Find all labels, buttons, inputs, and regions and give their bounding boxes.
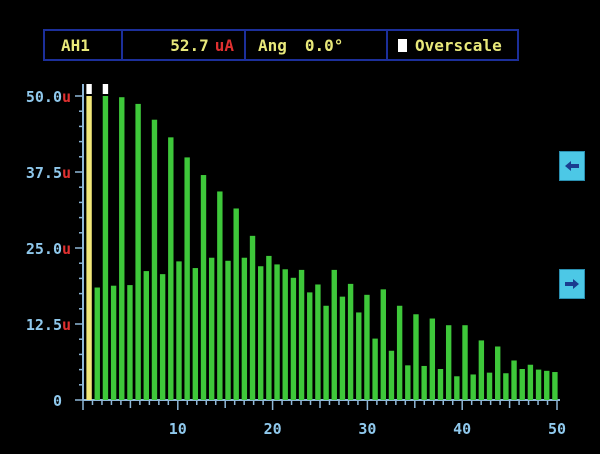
harmonic-bar	[527, 364, 534, 400]
angle-value: 0.0°	[304, 35, 344, 55]
harmonic-bar	[396, 305, 403, 400]
harmonic-bar	[110, 285, 117, 400]
harmonic-bar	[388, 350, 395, 400]
angle-cell: Ang 0.0°	[246, 31, 388, 59]
harmonic-bar	[339, 296, 346, 400]
harmonic-bar	[347, 283, 354, 400]
harmonic-bar	[413, 314, 419, 400]
harmonic-bar	[290, 277, 297, 400]
harmonic-bar	[307, 292, 313, 400]
harmonic-bar	[208, 257, 215, 400]
harmonic-bar	[380, 289, 386, 400]
harmonic-bar	[486, 372, 493, 400]
harmonic-bar	[405, 365, 411, 400]
y-tick-label: 50.0	[26, 88, 62, 106]
harmonic-bar	[135, 103, 141, 401]
fundamental-bar	[86, 96, 92, 400]
value-readout: 52.7	[170, 35, 209, 55]
harmonic-bar	[225, 260, 231, 400]
harmonic-bar	[266, 255, 272, 400]
y-tick-label: 25.0	[26, 240, 62, 258]
harmonic-bar	[511, 360, 517, 400]
harmonic-bar	[241, 257, 248, 400]
overscale-swatch	[398, 38, 407, 52]
harmonic-bar	[454, 376, 460, 400]
y-tick-unit: u	[62, 240, 71, 258]
harmonic-bar	[143, 271, 149, 400]
harmonic-bar	[372, 338, 378, 400]
harmonic-bar	[364, 294, 370, 400]
overscale-label: Overscale	[415, 35, 502, 55]
harmonic-bar	[176, 261, 182, 400]
harmonic-bar	[429, 318, 436, 400]
overscale-legend: Overscale	[388, 31, 517, 59]
harmonic-bar	[249, 235, 256, 400]
harmonic-bar	[94, 287, 100, 400]
harmonic-bar	[323, 305, 329, 400]
y-tick-unit: u	[62, 88, 71, 106]
x-tick-label: 20	[264, 420, 282, 438]
harmonic-bar	[184, 157, 190, 400]
harmonic-bar	[315, 284, 321, 400]
x-tick-label: 50	[548, 420, 566, 438]
y-tick-label: 12.5	[26, 316, 62, 334]
scroll-right-button[interactable]	[559, 269, 585, 299]
harmonic-bar	[168, 137, 174, 400]
harmonic-bar	[445, 325, 452, 400]
y-tick-unit: u	[62, 316, 71, 334]
x-tick-label: 30	[358, 420, 376, 438]
readout-header: AH1 52.7 uA Ang 0.0° Overscale	[43, 29, 519, 61]
harmonic-bar	[331, 269, 337, 400]
harmonic-bar	[258, 266, 264, 400]
value-cell: 52.7 uA	[123, 31, 246, 59]
harmonic-bar	[151, 119, 158, 400]
harmonic-bar-chart: 012.5 u25.0 u37.5 u50.0 u10 20 30 40 50	[26, 84, 566, 438]
harmonic-bar	[119, 97, 125, 400]
harmonic-bar	[217, 191, 223, 400]
harmonic-bar	[298, 269, 305, 400]
channel-label: AH1	[61, 35, 90, 55]
harmonic-bar	[503, 373, 509, 400]
overscale-marker	[86, 84, 92, 94]
harmonic-bar	[159, 274, 166, 400]
harmonic-bar	[535, 369, 542, 400]
arrow-right-icon	[565, 279, 579, 289]
arrow-left-icon	[565, 161, 579, 171]
harmonic-bar	[127, 285, 133, 400]
angle-label: Ang	[258, 35, 287, 55]
y-tick-label: 0	[53, 392, 62, 410]
harmonic-bar	[282, 269, 288, 400]
harmonic-bar	[274, 264, 280, 400]
harmonic-bar	[470, 374, 476, 400]
harmonic-bar	[233, 208, 239, 400]
harmonic-bar	[544, 370, 550, 400]
harmonic-bar	[192, 268, 199, 400]
y-tick-unit: u	[62, 164, 71, 182]
x-tick-label: 40	[453, 420, 471, 438]
harmonic-bar	[356, 312, 362, 400]
harmonic-bar	[462, 325, 468, 400]
y-tick-label: 37.5	[26, 164, 62, 182]
harmonic-bar	[421, 365, 427, 400]
scroll-left-button[interactable]	[559, 151, 585, 181]
x-tick-label: 10	[169, 420, 187, 438]
unit-label: uA	[214, 35, 234, 55]
harmonic-bar	[495, 346, 501, 400]
harmonic-bar	[519, 368, 525, 400]
channel-cell[interactable]: AH1	[45, 31, 123, 59]
overscale-marker	[102, 84, 109, 94]
harmonic-bar	[478, 340, 485, 400]
harmonic-bar	[102, 96, 109, 400]
harmonic-bar	[552, 372, 558, 400]
harmonic-bar	[200, 175, 207, 400]
harmonic-bar	[437, 368, 444, 400]
